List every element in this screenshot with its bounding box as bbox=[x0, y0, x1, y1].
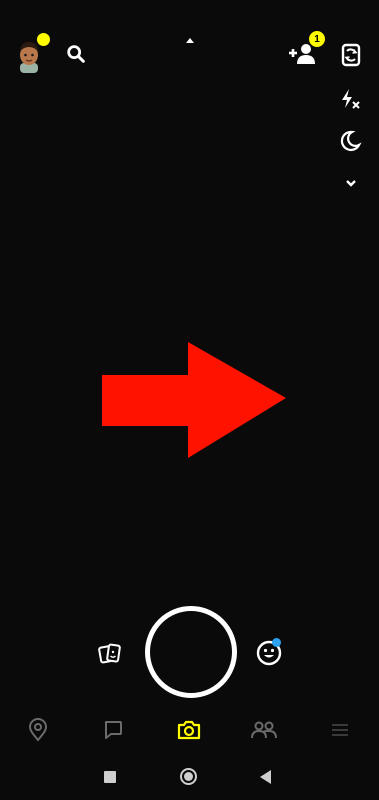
nav-stories[interactable] bbox=[325, 715, 355, 745]
memories-cards-icon bbox=[98, 643, 121, 664]
nav-map[interactable] bbox=[23, 715, 53, 745]
capture-button[interactable] bbox=[145, 606, 237, 698]
more-tools-button[interactable] bbox=[341, 173, 361, 193]
active-tab-indicator bbox=[186, 38, 194, 43]
flip-camera-icon bbox=[341, 43, 361, 67]
nav-camera[interactable] bbox=[174, 715, 204, 745]
memories-button[interactable] bbox=[96, 640, 124, 668]
red-arrow-overlay bbox=[100, 340, 290, 460]
nav-friends[interactable] bbox=[249, 715, 279, 745]
camera-icon bbox=[177, 720, 201, 740]
bottom-nav bbox=[0, 705, 379, 755]
friends-icon bbox=[251, 721, 277, 739]
night-mode-icon bbox=[340, 130, 362, 152]
chevron-down-icon bbox=[346, 180, 356, 187]
search-button[interactable] bbox=[63, 41, 89, 67]
notification-dot bbox=[36, 32, 51, 47]
lenses-notification-dot bbox=[272, 638, 281, 647]
nav-chat[interactable] bbox=[98, 715, 128, 745]
arrow-right-icon bbox=[102, 342, 286, 458]
chat-icon bbox=[104, 721, 122, 739]
stories-icon bbox=[332, 724, 348, 736]
flip-camera-button[interactable] bbox=[337, 40, 365, 70]
recents-square-icon[interactable] bbox=[104, 771, 116, 783]
night-mode-button[interactable] bbox=[337, 128, 363, 154]
flash-off-icon bbox=[342, 89, 360, 109]
home-circle-inner bbox=[184, 772, 193, 781]
friend-request-badge: 1 bbox=[309, 31, 325, 47]
map-pin-icon bbox=[28, 718, 48, 742]
back-triangle-icon[interactable] bbox=[260, 770, 271, 784]
search-icon bbox=[67, 45, 85, 63]
flash-toggle-button[interactable] bbox=[337, 86, 363, 112]
